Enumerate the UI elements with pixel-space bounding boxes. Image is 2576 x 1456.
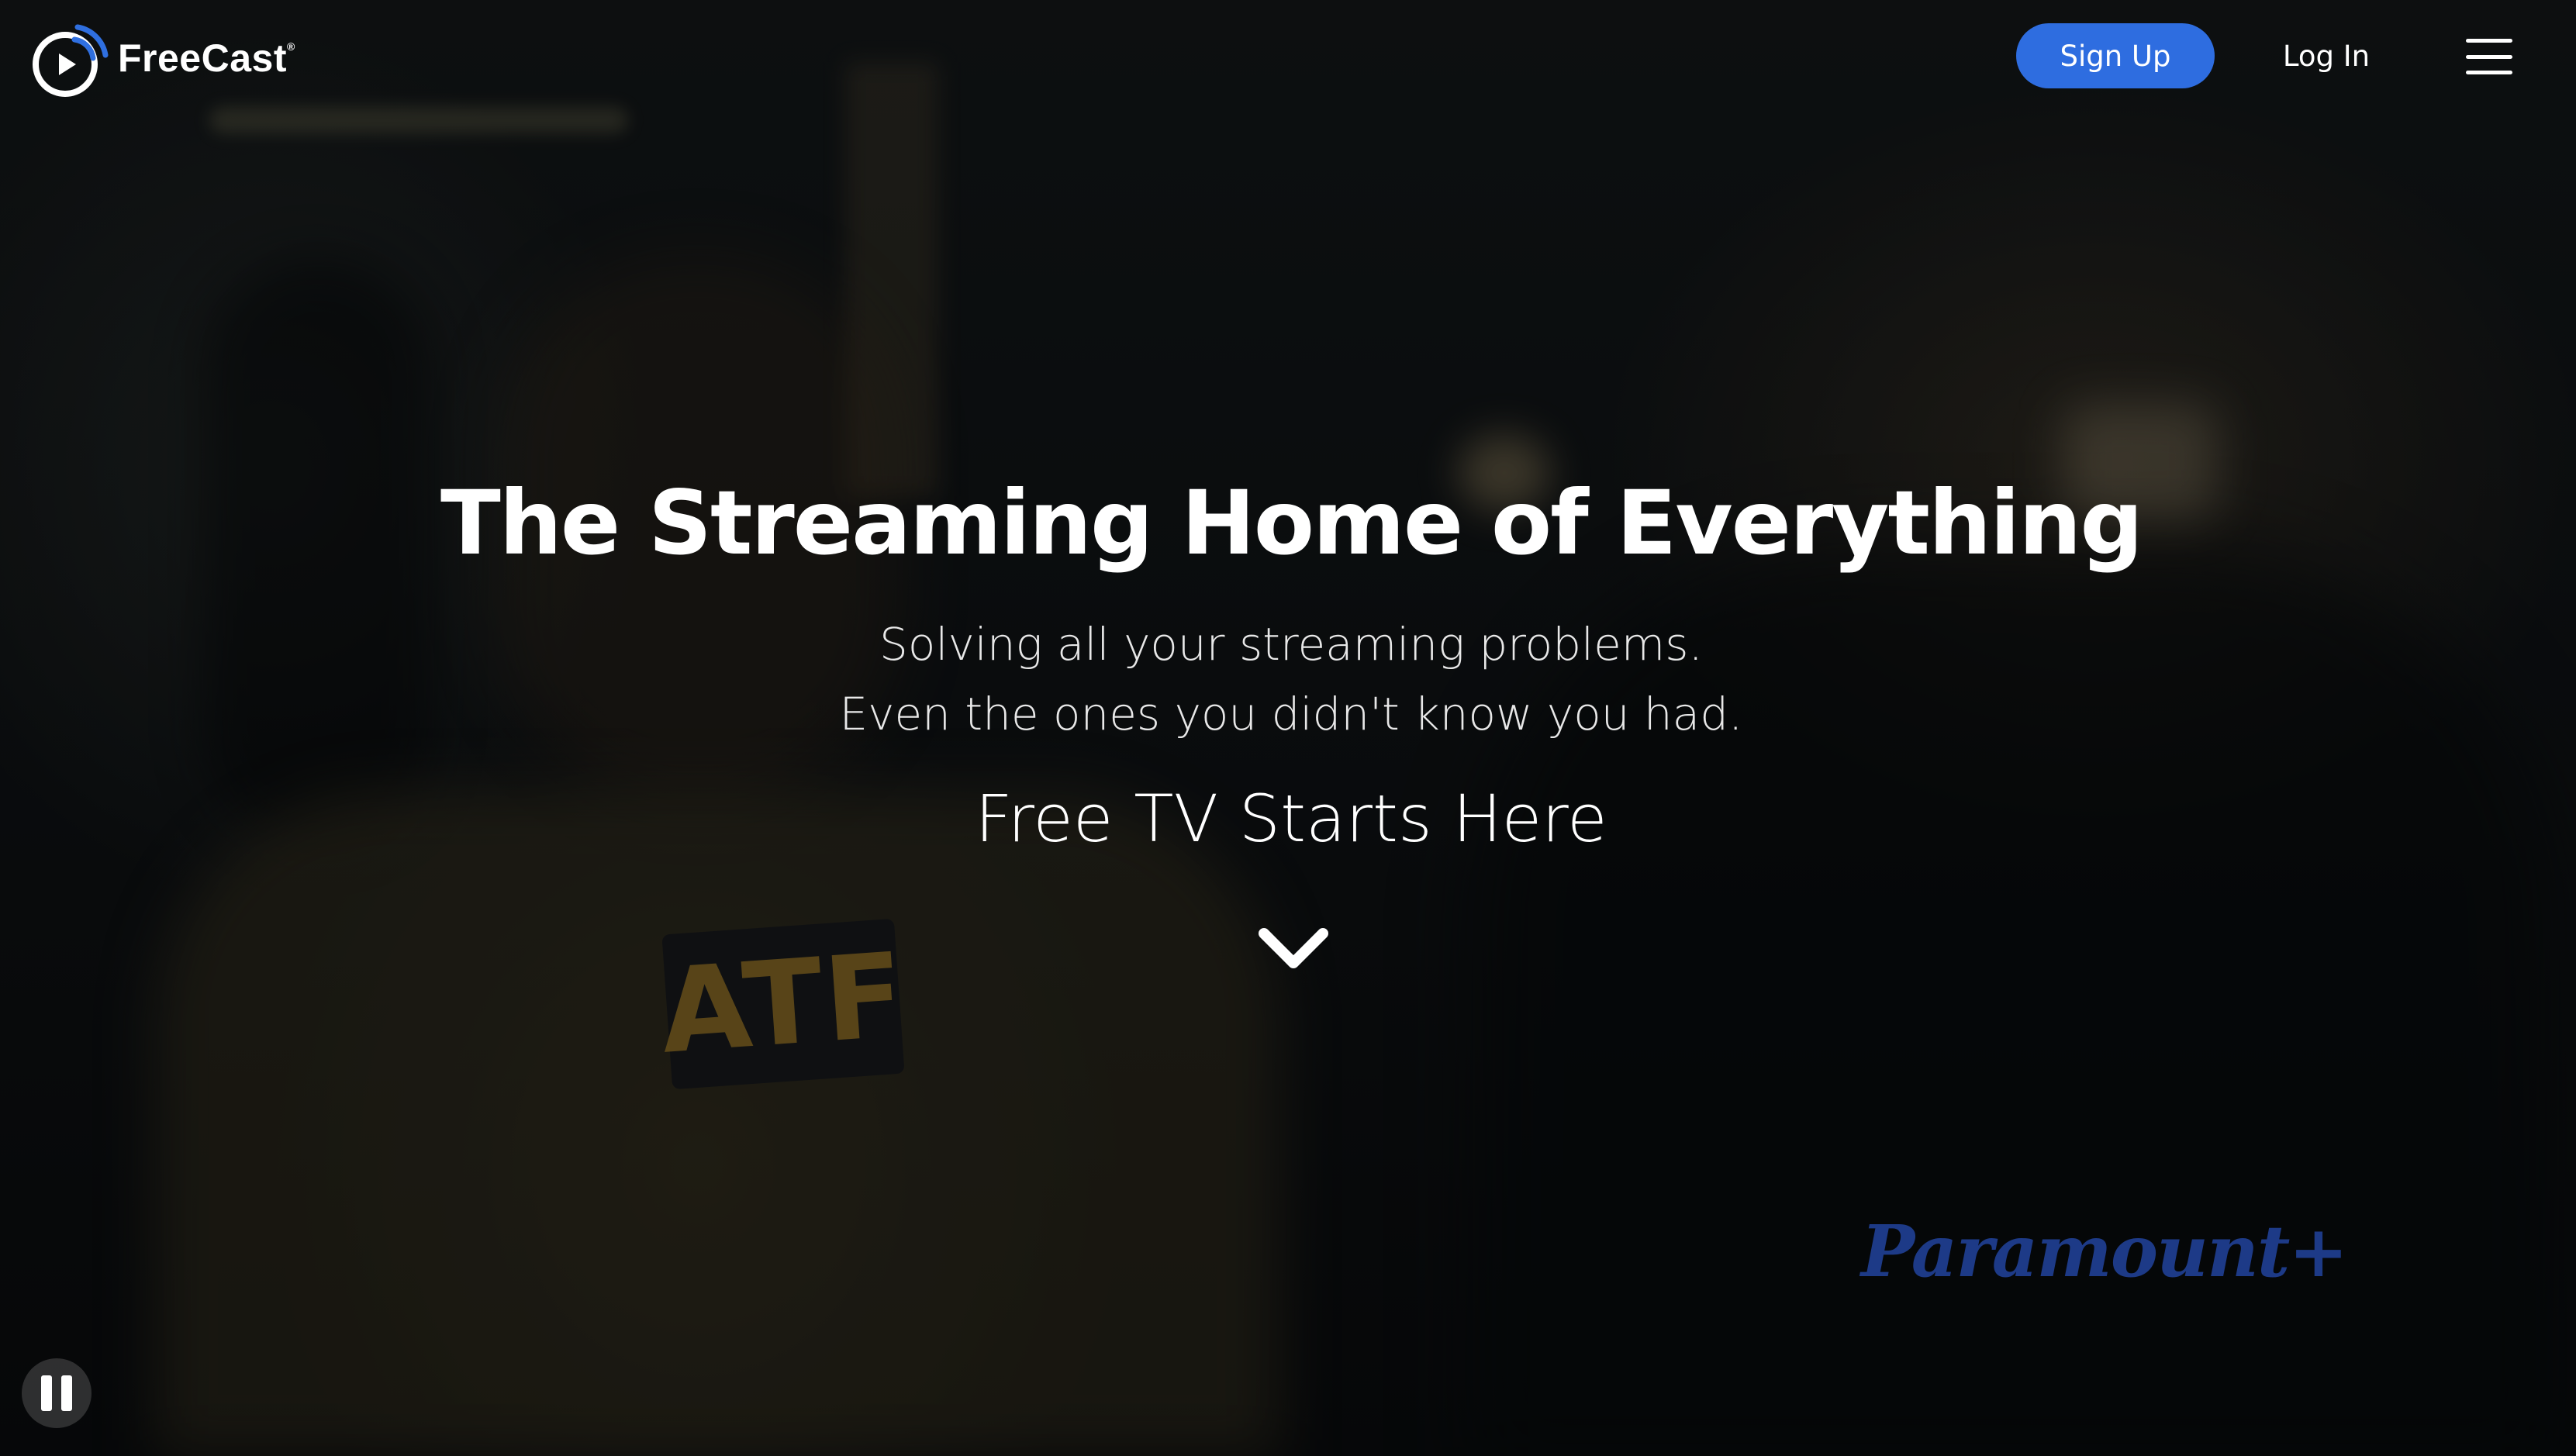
logo-wordmark: FreeCast® — [118, 36, 295, 80]
freecast-logo-icon — [33, 24, 109, 97]
hamburger-menu-icon[interactable] — [2466, 34, 2512, 79]
hero-title: The Streaming Home of Everything — [440, 471, 2143, 574]
hero-subtitle: Solving all your streaming problems. Eve… — [0, 609, 2576, 749]
chevron-down-icon[interactable] — [1255, 923, 1332, 977]
hero-subtitle-line: Solving all your streaming problems. — [879, 618, 1703, 671]
log-in-link[interactable]: Log In — [2264, 23, 2388, 88]
hero-subtitle-line: Even the ones you didn't know you had. — [839, 688, 1743, 740]
paramount-plus-watermark: Paramount+ — [1861, 1209, 2348, 1293]
hero-video-background: ATF FreeCast® Sign Up Log In The Streami… — [0, 0, 2576, 1456]
free-tv-cta[interactable]: Free TV Starts Here — [0, 780, 2576, 857]
sign-up-button[interactable]: Sign Up — [2016, 23, 2215, 88]
pause-icon[interactable] — [22, 1358, 92, 1428]
freecast-logo[interactable]: FreeCast® — [31, 16, 295, 101]
hero-section: The Streaming Home of Everything Solving… — [0, 465, 2576, 857]
